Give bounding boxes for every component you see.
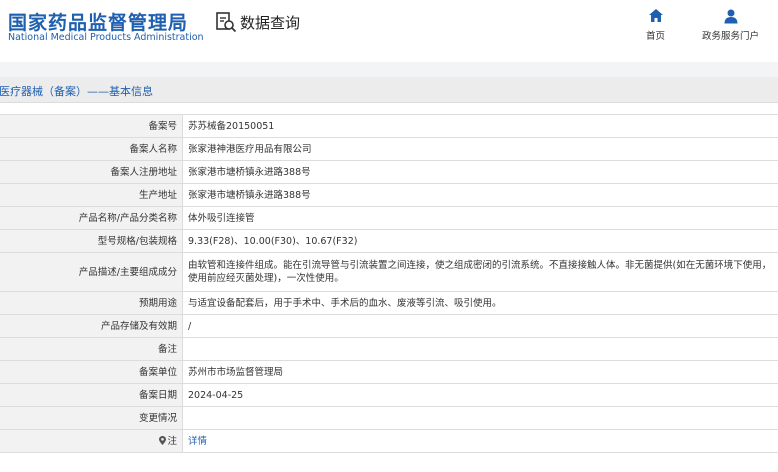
row-value: /	[182, 314, 778, 338]
row-value: 由软管和连接件组成。能在引流导管与引流装置之间连接，使之组成密闭的引流系统。不直…	[182, 252, 778, 292]
data-query-link[interactable]: 数据查询	[215, 11, 300, 33]
row-value: 9.33(F28)、10.00(F30)、10.67(F32)	[182, 229, 778, 253]
row-value: 体外吸引连接管	[182, 206, 778, 230]
row-value	[182, 406, 778, 430]
table-row: 变更情况	[0, 406, 778, 430]
table-row: 产品描述/主要组成成分 由软管和连接件组成。能在引流导管与引流装置之间连接，使之…	[0, 252, 778, 292]
home-icon	[648, 9, 663, 22]
table-row: 注 详情	[0, 429, 778, 453]
row-value	[182, 337, 778, 361]
row-label-note: 注	[0, 429, 183, 453]
row-label: 备注	[0, 337, 183, 361]
row-label: 备案号	[0, 114, 183, 138]
breadcrumb-text: 医疗器械（备案）——基本信息	[0, 85, 153, 98]
table-row: 备案日期 2024-04-25	[0, 383, 778, 407]
table-row: 备案人名称 张家港神港医疗用品有限公司	[0, 137, 778, 161]
table-row: 产品存储及有效期 /	[0, 314, 778, 338]
row-value: 张家港市塘桥镇永进路388号	[182, 183, 778, 207]
row-value: 2024-04-25	[182, 383, 778, 407]
nav-service-portal[interactable]: 政务服务门户	[702, 8, 759, 42]
row-value: 苏州市市场监督管理局	[182, 360, 778, 384]
table-row: 生产地址 张家港市塘桥镇永进路388号	[0, 183, 778, 207]
row-label: 备案日期	[0, 383, 183, 407]
table-row: 备案人注册地址 张家港市塘桥镇永进路388号	[0, 160, 778, 184]
row-value: 详情	[182, 429, 778, 453]
row-label: 预期用途	[0, 291, 183, 315]
nav-home[interactable]: 首页	[646, 8, 665, 42]
row-label: 变更情况	[0, 406, 183, 430]
table-row: 预期用途 与适宜设备配套后，用于手术中、手术后的血水、废液等引流、吸引使用。	[0, 291, 778, 315]
note-label-text: 注	[167, 435, 177, 447]
document-search-icon	[216, 12, 237, 33]
logo-title[interactable]: 国家药品监督管理局	[8, 8, 188, 35]
row-label: 备案人注册地址	[0, 160, 183, 184]
row-label: 型号规格/包装规格	[0, 229, 183, 253]
record-detail-table: 备案号 苏苏械备20150051 备案人名称 张家港神港医疗用品有限公司 备案人…	[0, 114, 778, 453]
row-label: 生产地址	[0, 183, 183, 207]
row-value: 张家港市塘桥镇永进路388号	[182, 160, 778, 184]
user-icon	[724, 9, 737, 24]
nav-portal-label: 政务服务门户	[702, 31, 760, 42]
location-pin-icon	[159, 435, 167, 445]
table-row: 备案号 苏苏械备20150051	[0, 114, 778, 138]
row-value: 苏苏械备20150051	[182, 114, 778, 138]
row-label: 产品名称/产品分类名称	[0, 206, 183, 230]
row-label: 备案人名称	[0, 137, 183, 161]
header-divider-band	[0, 62, 778, 77]
row-label: 备案单位	[0, 360, 183, 384]
nav-home-label: 首页	[646, 31, 666, 42]
data-query-label: 数据查询	[240, 13, 301, 32]
site-header: 国家药品监督管理局 National Medical Products Admi…	[0, 0, 778, 62]
row-label: 产品描述/主要组成成分	[0, 252, 183, 292]
table-row: 型号规格/包装规格 9.33(F28)、10.00(F30)、10.67(F32…	[0, 229, 778, 253]
row-value: 与适宜设备配套后，用于手术中、手术后的血水、废液等引流、吸引使用。	[182, 291, 778, 315]
row-value: 张家港神港医疗用品有限公司	[182, 137, 778, 161]
details-link[interactable]: 详情	[188, 436, 207, 447]
table-row: 产品名称/产品分类名称 体外吸引连接管	[0, 206, 778, 230]
breadcrumb: 医疗器械（备案）——基本信息	[0, 77, 778, 103]
logo-subtitle: National Medical Products Administration	[8, 32, 204, 43]
table-row: 备注	[0, 337, 778, 361]
table-row: 备案单位 苏州市市场监督管理局	[0, 360, 778, 384]
row-label: 产品存储及有效期	[0, 314, 183, 338]
